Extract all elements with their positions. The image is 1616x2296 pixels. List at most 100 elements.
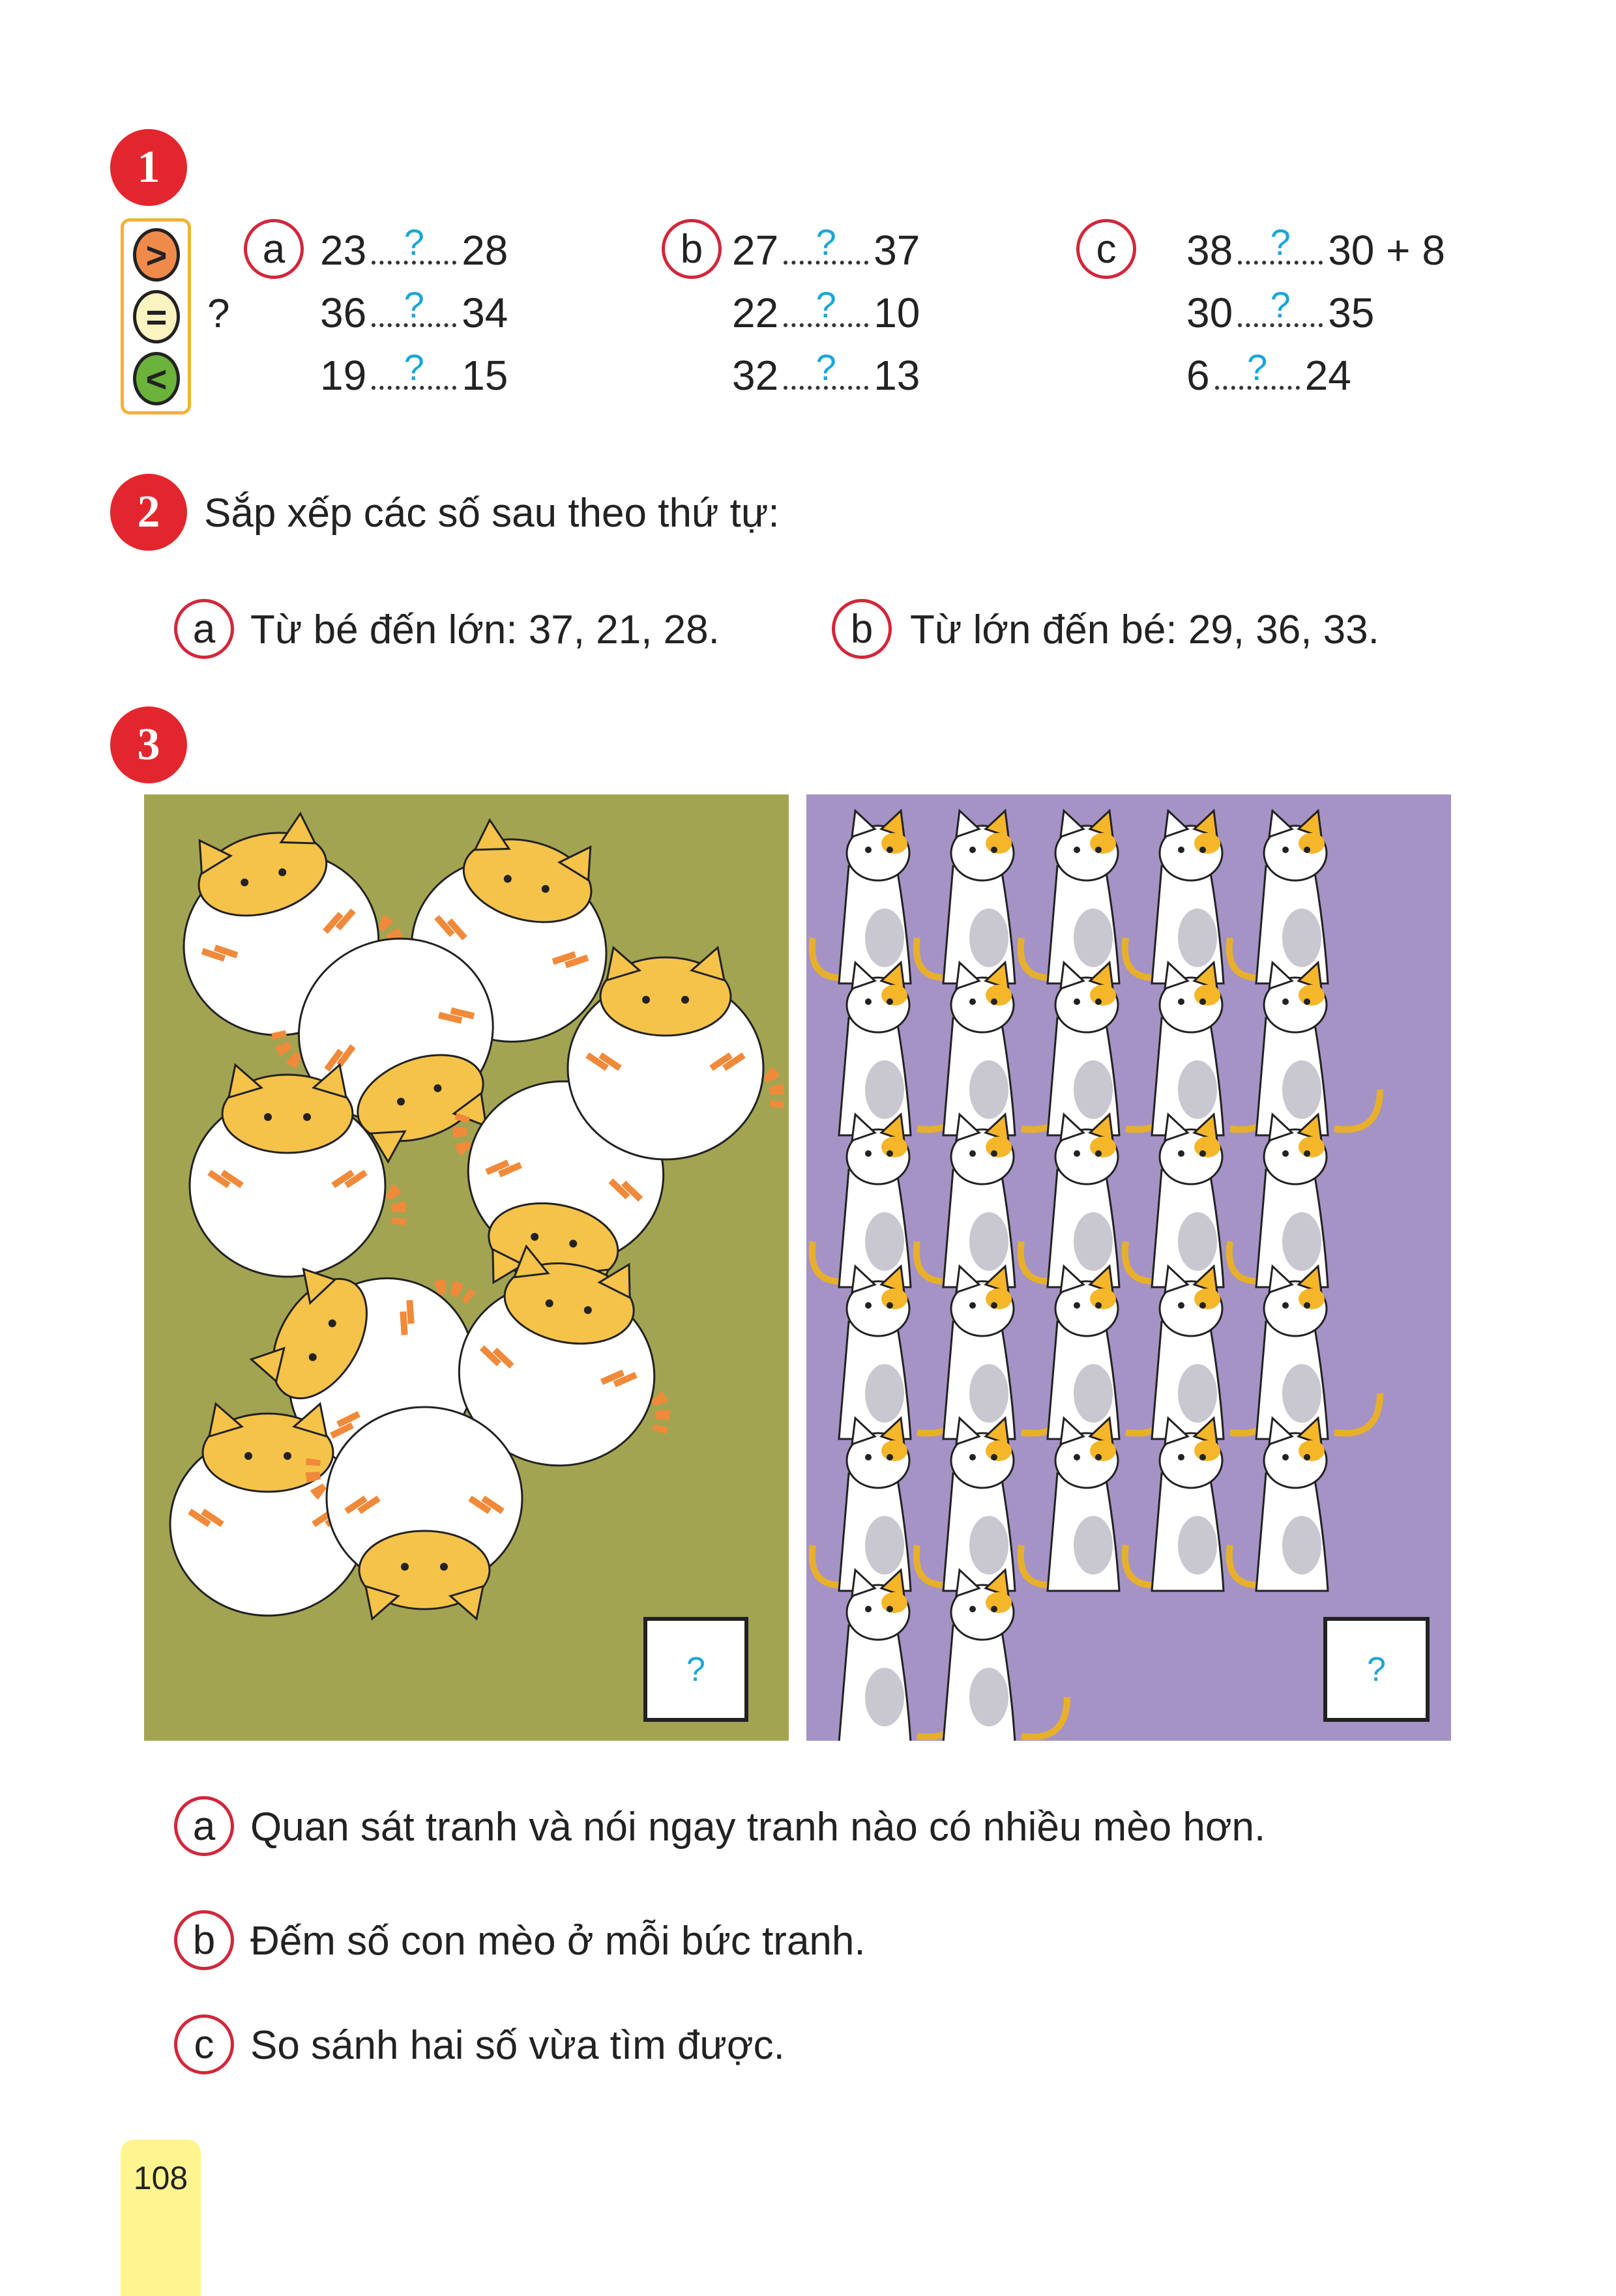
blank-question-mark: ? [1270, 222, 1291, 263]
sitting-cat [913, 1112, 1016, 1288]
sitting-cat [1151, 960, 1279, 1137]
comparison-item: 27? 37 [732, 224, 920, 274]
blank-question-mark: ? [815, 347, 836, 388]
sitting-cats-illustration [808, 808, 1383, 1741]
comparison-item: 36? 34 [320, 287, 508, 336]
answer-blank[interactable]: ? [784, 287, 869, 327]
page-number: 108 [133, 2160, 188, 2196]
sitting-cat [1017, 808, 1121, 985]
blank-question-mark: ? [404, 347, 424, 388]
right-operand: 34 [462, 289, 508, 336]
sitting-cat [1226, 808, 1329, 985]
equals-symbol: = [133, 290, 180, 343]
question-c-text: So sánh hai số vừa tìm được. [250, 2023, 785, 2068]
answer-blank[interactable]: ? [1238, 287, 1323, 327]
sitting-cat [942, 1567, 1070, 1741]
blank-question-mark: ? [404, 222, 424, 263]
sitting-cat [1121, 1112, 1225, 1288]
right-operand: 24 [1304, 352, 1351, 399]
exercise-2-instruction: Sắp xếp các số sau theo thứ tự: [204, 491, 780, 536]
comparison-item: 6? 24 [1186, 349, 1351, 399]
column-b-label: b [662, 219, 722, 279]
picture-sitting-cats: ? [806, 794, 1451, 1741]
answer-blank[interactable]: ? [372, 287, 457, 327]
comparison-item: 22? 10 [732, 287, 920, 336]
question-a-label: a [174, 1796, 234, 1856]
comparison-item: 23? 28 [320, 224, 508, 274]
sitting-cat [808, 1416, 912, 1592]
greater-than-symbol: > [133, 228, 180, 282]
sitting-cat [838, 960, 966, 1137]
left-operand: 32 [732, 352, 779, 399]
blank-question-mark: ? [815, 284, 836, 325]
sitting-cat [1046, 1264, 1175, 1440]
exercise-1-badge: 1 [110, 129, 187, 206]
blank-question-mark: ? [404, 284, 424, 325]
exercise-3-badge: 3 [110, 706, 187, 783]
answer-blank[interactable]: ? [784, 224, 869, 265]
sitting-cat [1151, 1264, 1279, 1440]
left-operand: 22 [732, 289, 779, 336]
question-b-label: b [174, 1910, 234, 1970]
part-b-label: b [832, 599, 892, 659]
sitting-cat [913, 808, 1016, 985]
right-operand: 30 + 8 [1328, 227, 1445, 274]
comparison-item: 32? 13 [732, 349, 920, 399]
answer-blank[interactable]: ? [1238, 224, 1323, 265]
sitting-cat [808, 1112, 912, 1288]
question-a-text: Quan sát tranh và nói ngay tranh nào có … [250, 1805, 1266, 1850]
comparison-item: 38? 30 + 8 [1186, 224, 1445, 274]
sitting-cat [838, 1264, 966, 1440]
sitting-cat [942, 1264, 1070, 1440]
blank-question-mark: ? [1270, 284, 1291, 325]
left-operand: 23 [320, 227, 367, 274]
part-a-text: Từ bé đến lớn: 37, 21, 28. [250, 607, 720, 652]
answer-blank[interactable]: ? [372, 224, 457, 265]
question-c-label: c [174, 2014, 234, 2074]
left-operand: 36 [320, 289, 367, 336]
sitting-cat [808, 808, 912, 985]
left-operand: 30 [1186, 289, 1233, 336]
sitting-cat [1017, 1416, 1121, 1592]
part-a-label: a [174, 599, 234, 659]
sitting-cat [1255, 960, 1383, 1137]
answer-blank[interactable]: ? [372, 349, 457, 390]
sitting-cat [1226, 1416, 1329, 1592]
blank-question-mark: ? [815, 222, 836, 263]
left-operand: 27 [732, 227, 779, 274]
sitting-cat [1121, 808, 1225, 985]
left-operand: 6 [1186, 352, 1210, 399]
answer-blank[interactable]: ? [1214, 349, 1300, 390]
column-c-label: c [1076, 219, 1136, 279]
comparison-symbols-box: > = < [121, 218, 191, 414]
comparison-item: 19? 15 [320, 349, 508, 399]
right-operand: 10 [874, 289, 920, 336]
right-operand: 13 [874, 352, 920, 399]
sitting-cat [1017, 1112, 1121, 1288]
sitting-cat [1226, 1112, 1329, 1288]
right-operand: 35 [1328, 289, 1375, 336]
less-than-symbol: < [133, 352, 180, 405]
prompt-question-mark: ? [207, 291, 230, 336]
right-operand: 15 [462, 352, 508, 399]
right-operand: 28 [462, 227, 508, 274]
comparison-item: 30? 35 [1186, 287, 1375, 336]
sitting-cat [913, 1416, 1016, 1592]
left-operand: 38 [1186, 227, 1233, 274]
sitting-cat [1255, 1264, 1383, 1440]
part-b-text: Từ lớn đến bé: 29, 36, 33. [910, 607, 1379, 652]
blank-question-mark: ? [1247, 347, 1268, 388]
answer-box-right[interactable]: ? [1323, 1617, 1430, 1722]
page-number-tab: 108 [121, 2140, 201, 2296]
question-b-text: Đếm số con mèo ở mỗi bức tranh. [250, 1919, 866, 1964]
sitting-cat [942, 960, 1070, 1137]
answer-box-left[interactable]: ? [643, 1617, 748, 1722]
left-operand: 19 [320, 352, 367, 399]
right-operand: 37 [874, 227, 920, 274]
fat-cats-illustration [169, 811, 785, 1621]
exercise-2-badge: 2 [110, 474, 187, 551]
answer-blank[interactable]: ? [784, 349, 869, 390]
sitting-cat [1046, 960, 1175, 1137]
sitting-cat [1121, 1416, 1225, 1592]
column-a-label: a [244, 219, 304, 279]
